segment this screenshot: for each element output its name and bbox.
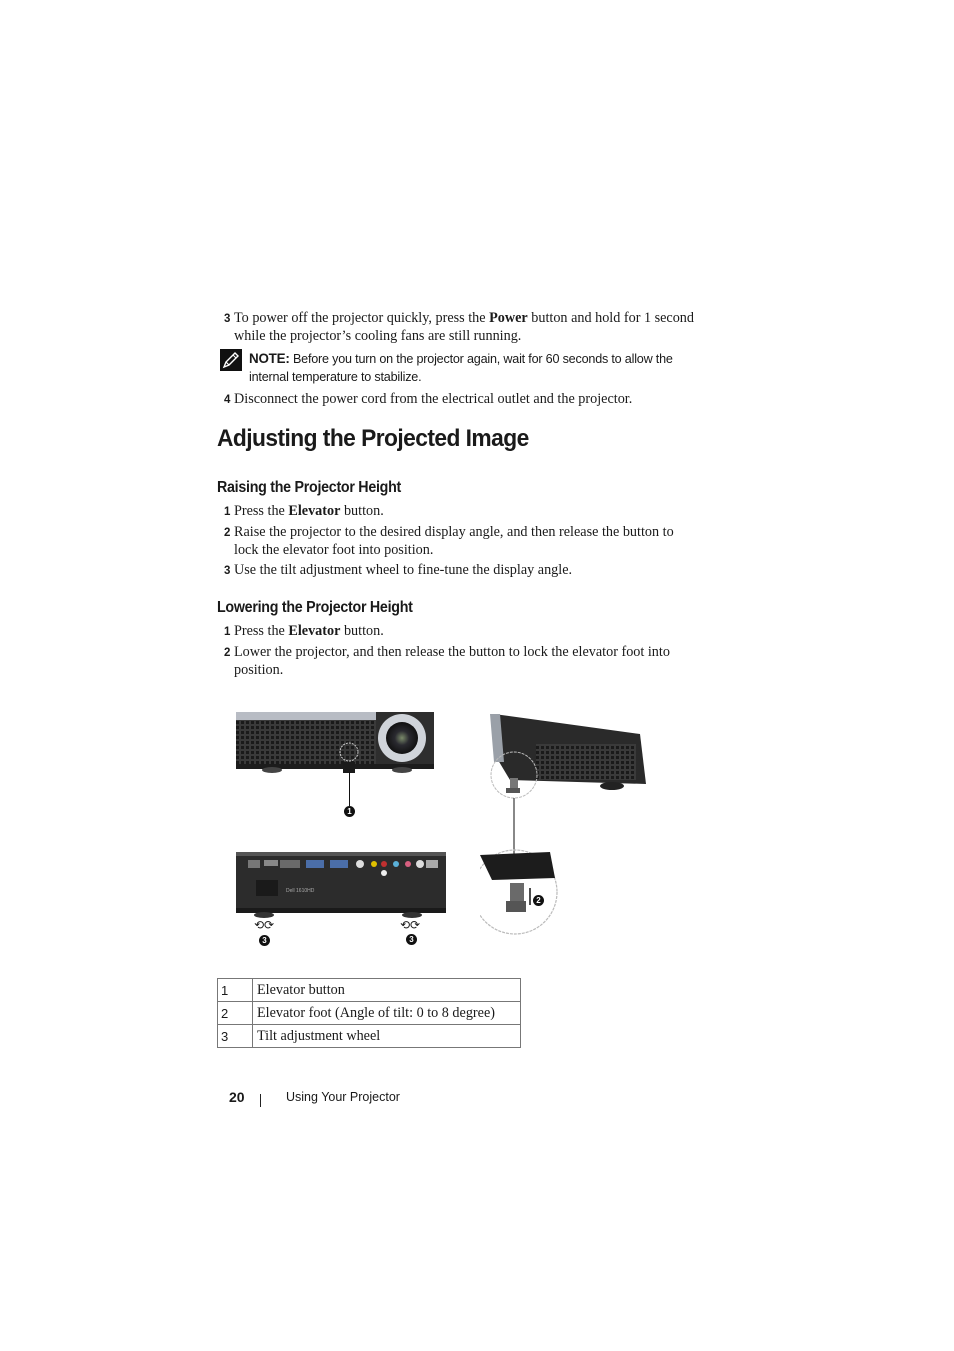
rotate-arrows-icon: ⟲⟳: [254, 918, 275, 932]
callout-legend-table: 1 Elevator button 2 Elevator foot (Angle…: [217, 978, 521, 1048]
rotate-arrows-icon: ⟲⟳: [400, 918, 421, 932]
raising-step-2: 2 Raise the projector to the desired disp…: [224, 524, 674, 558]
step-power-off: 3 To power off the projector quickly, pre…: [224, 310, 694, 344]
callout-1: 1: [344, 806, 355, 817]
step-number: 4: [224, 394, 231, 406]
projector-side-image: [472, 700, 660, 955]
raising-step-3: 3 Use the tilt adjustment wheel to fine-t…: [224, 562, 573, 578]
table-row: 2 Elevator foot (Angle of tilt: 0 to 8 d…: [217, 1001, 521, 1025]
pencil-note-icon: [220, 349, 242, 371]
step-disconnect: 4 Disconnect the power cord from the elec…: [224, 391, 633, 407]
section-heading-lowering: Lowering the Projector Height: [217, 599, 413, 616]
step-number: 3: [224, 313, 231, 325]
table-row: 1 Elevator button: [217, 978, 521, 1002]
note-label: NOTE:: [249, 351, 290, 366]
page-heading: Adjusting the Projected Image: [217, 425, 529, 452]
projector-front-image: [230, 700, 440, 785]
callout-line: [349, 772, 350, 806]
lowering-step-2: 2 Lower the projector, and then release t…: [224, 644, 670, 678]
section-title: Using Your Projector: [286, 1090, 400, 1104]
lowering-step-1: 1 Press the Elevator button.: [224, 623, 384, 639]
callout-3-left: 3: [259, 935, 270, 946]
table-row: 3 Tilt adjustment wheel: [217, 1024, 521, 1048]
callout-3-right: 3: [406, 934, 417, 945]
model-label: Dell 1610HD: [286, 888, 315, 894]
callout-2: 2: [533, 895, 544, 906]
footer-divider: [260, 1094, 261, 1107]
raising-step-1: 1 Press the Elevator button.: [224, 503, 384, 519]
section-heading-raising: Raising the Projector Height: [217, 479, 402, 496]
page-number: 20: [229, 1089, 245, 1105]
